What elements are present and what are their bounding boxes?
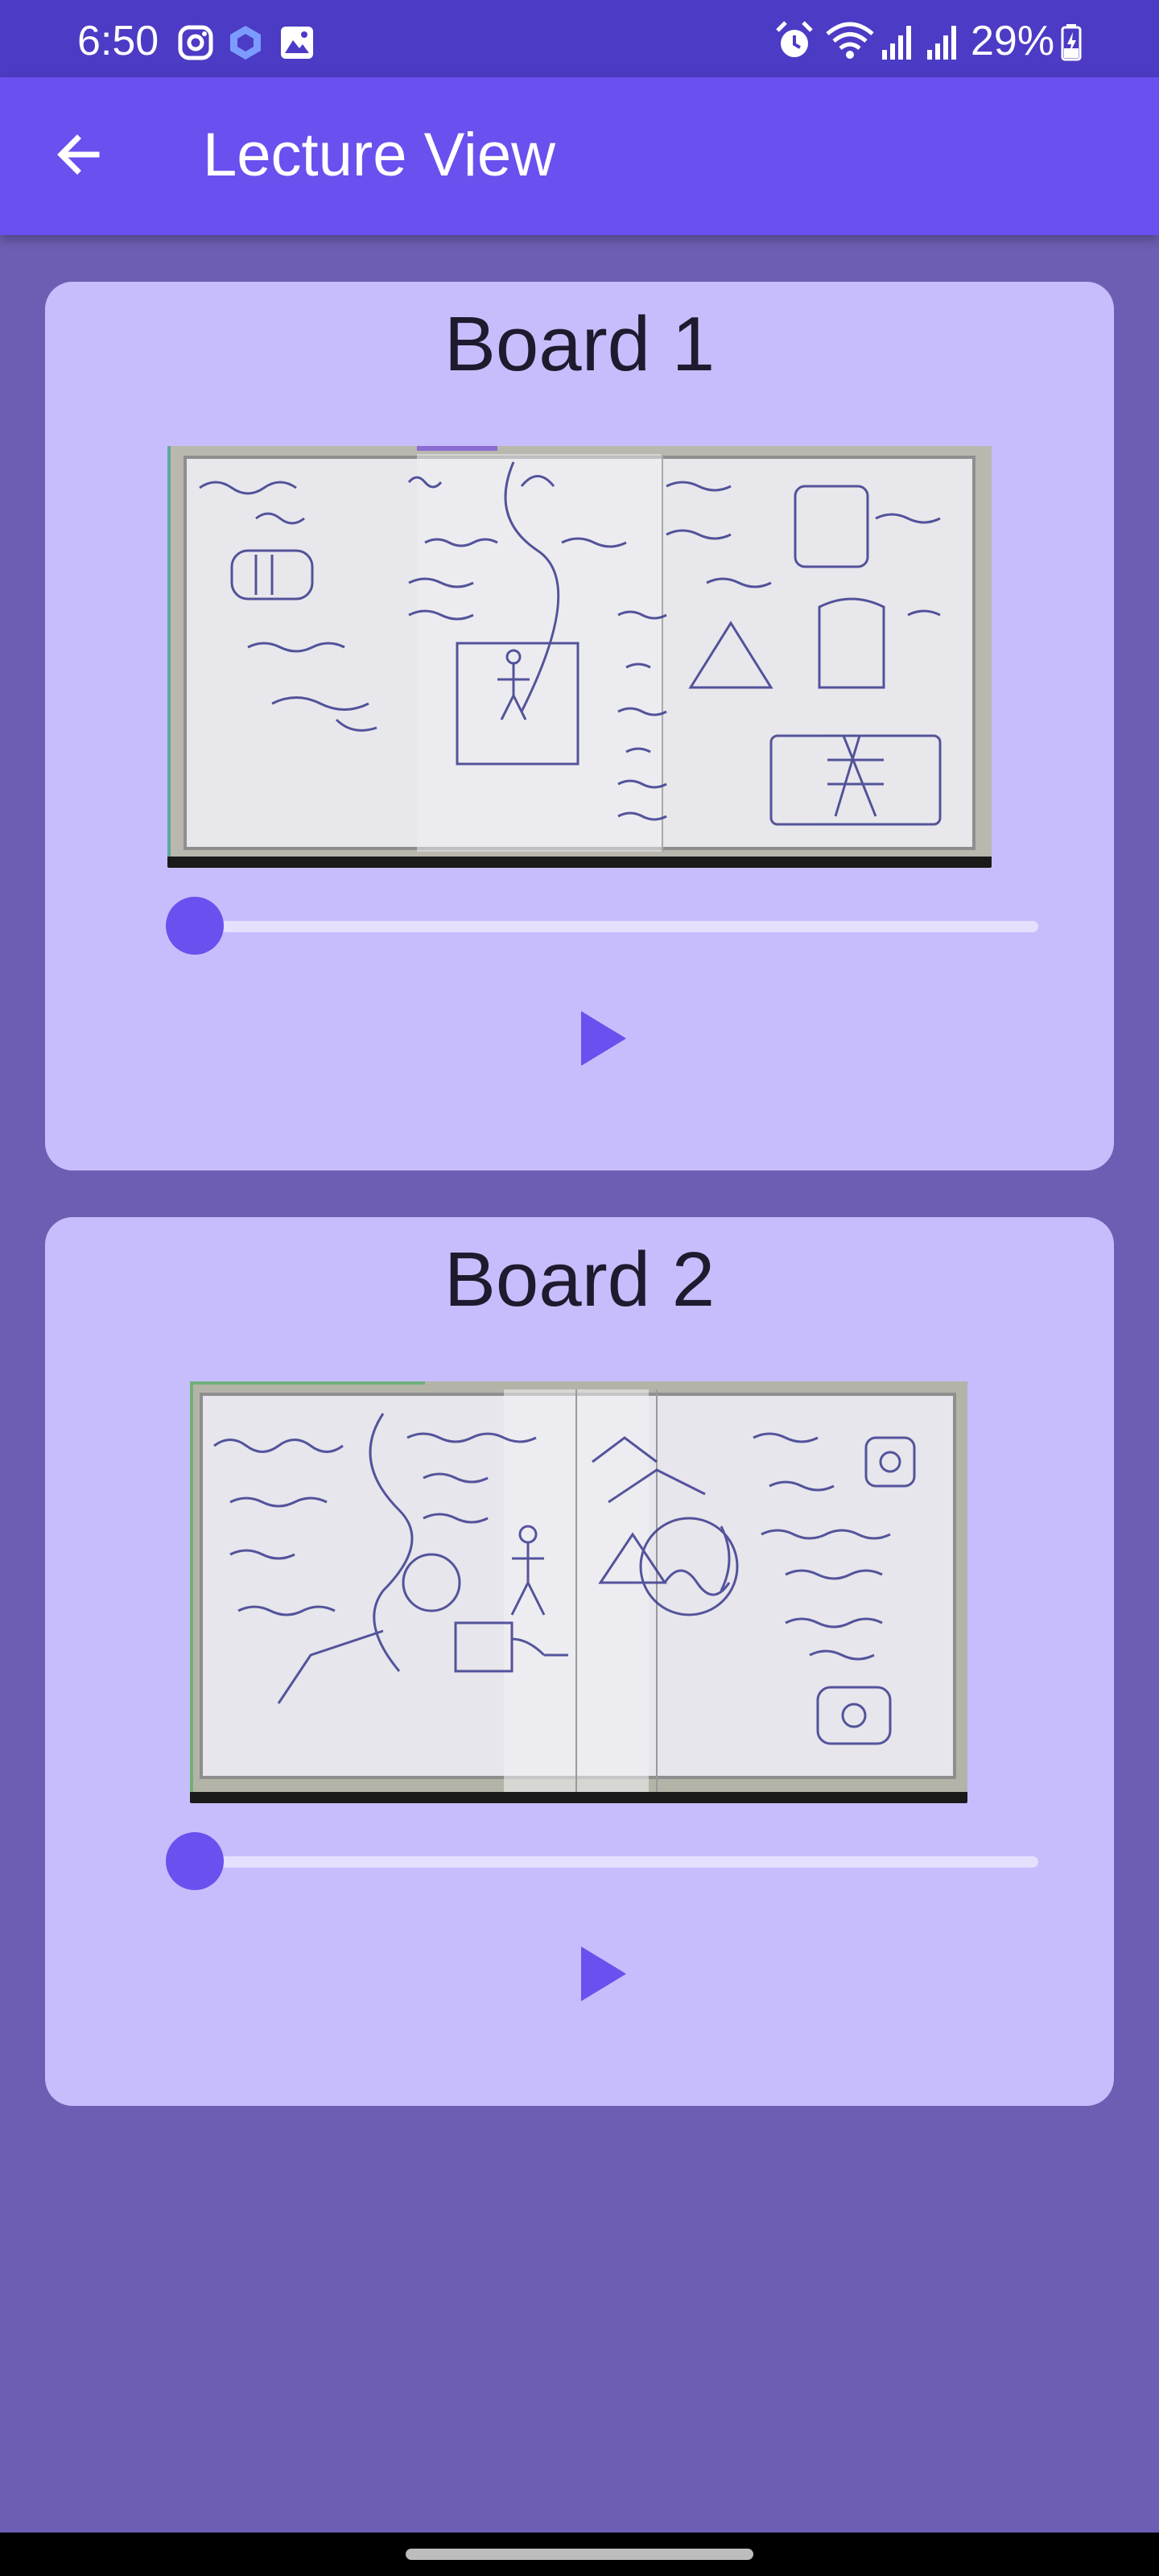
play-icon [581,1011,626,1066]
battery-percentage: 29% [971,18,1055,64]
arrow-back-icon [57,134,100,175]
play-button[interactable] [555,990,652,1087]
signal-icon [882,26,911,60]
signal-icon [927,26,956,60]
page-title: Lecture View [203,121,555,189]
navigation-bar [0,2533,1159,2576]
board-title: Board 1 [443,301,716,387]
wifi-icon [826,22,874,59]
board-card-2: Board 2 [45,1217,1114,2106]
home-indicator[interactable] [406,2549,753,2560]
whiteboard-image[interactable] [167,446,992,868]
slider-track [196,921,1038,932]
play-button[interactable] [555,1926,652,2022]
slider-thumb[interactable] [166,897,224,955]
board-card-1: Board 1 [45,282,1114,1170]
app-bar: Lecture View [0,77,1159,235]
status-bar: 6:50 29% [0,0,1159,77]
instagram-icon [178,25,213,60]
status-time: 6:50 [77,18,159,64]
playback-slider[interactable] [140,1829,1038,1893]
playback-slider[interactable] [140,894,1038,958]
whiteboard-image[interactable] [190,1381,967,1803]
battery-charging-icon [1061,24,1082,61]
back-button[interactable] [39,114,119,195]
slider-track [196,1856,1038,1868]
app-icon [230,26,261,60]
gallery-icon [281,27,313,59]
play-icon [581,1946,626,2001]
board-title: Board 2 [443,1236,716,1323]
alarm-icon [776,21,813,57]
slider-thumb[interactable] [166,1832,224,1890]
